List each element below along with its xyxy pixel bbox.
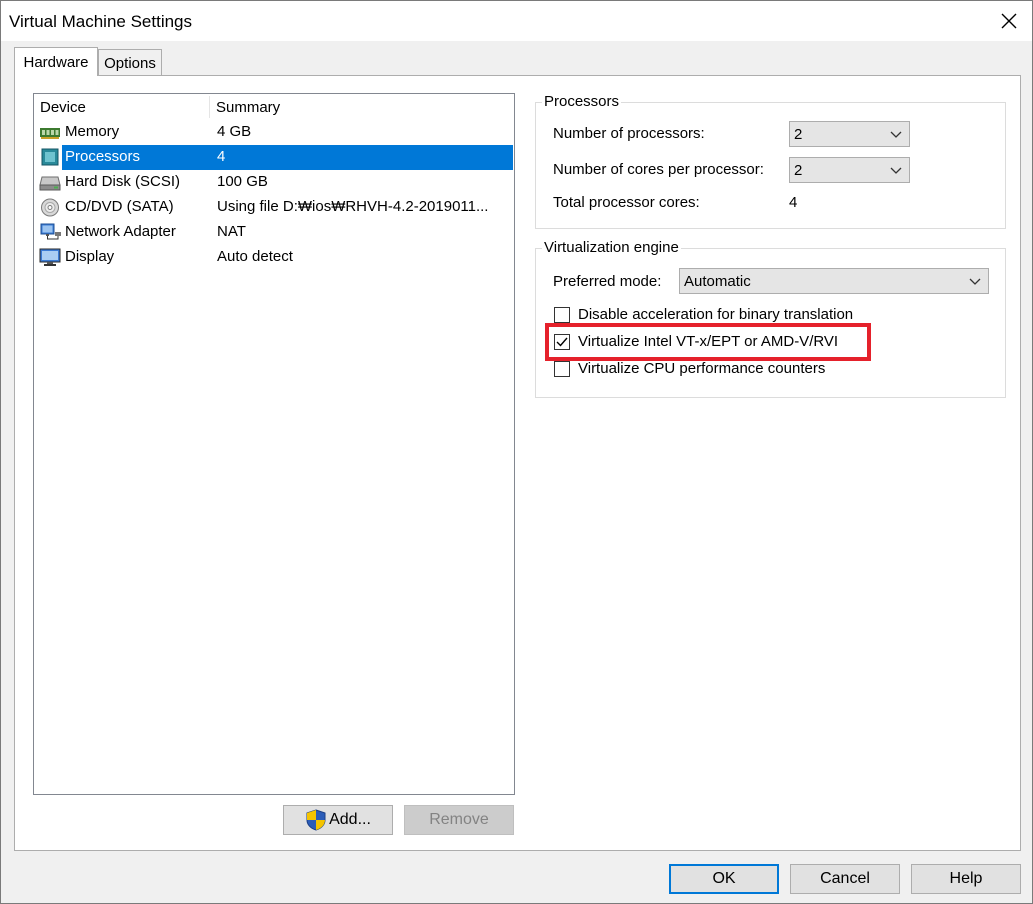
- processors-group: Processors Number of processors: 2 Numbe…: [535, 93, 1006, 229]
- hard-disk-icon: [39, 176, 61, 191]
- cores-per-processor-value: 2: [794, 162, 803, 179]
- title-bar: Virtual Machine Settings: [1, 1, 1032, 41]
- window-title: Virtual Machine Settings: [9, 12, 193, 31]
- device-summary: 100 GB: [217, 173, 268, 190]
- virtualization-engine-group-title: Virtualization engine: [542, 239, 681, 256]
- device-summary: 4: [217, 148, 226, 165]
- device-name: Memory: [65, 123, 120, 140]
- device-summary: NAT: [217, 223, 246, 240]
- add-device-button[interactable]: Add...: [283, 805, 393, 835]
- chevron-down-icon: [969, 278, 981, 285]
- uac-shield-icon: [306, 809, 326, 831]
- device-row-cd-dvd[interactable]: CD/DVD (SATA) Using file D:₩ios₩RHVH-4.2…: [37, 195, 513, 220]
- device-summary: Using file D:₩ios₩RHVH-4.2-2019011...: [217, 198, 489, 215]
- device-summary: 4 GB: [217, 123, 252, 140]
- device-name: Display: [65, 248, 115, 265]
- processors-group-title: Processors: [542, 93, 622, 110]
- add-device-button-label: Add...: [329, 811, 371, 828]
- device-list-header: Device Summary: [34, 94, 514, 120]
- cores-per-processor-label: Number of cores per processor:: [553, 161, 764, 178]
- disable-binary-translation-checkbox[interactable]: [554, 307, 570, 323]
- option-virtualize-cpu-counters[interactable]: Virtualize CPU performance counters: [554, 359, 974, 381]
- virtualize-cpu-counters-checkbox[interactable]: [554, 361, 570, 377]
- disable-binary-translation-label: Disable acceleration for binary translat…: [578, 306, 854, 323]
- num-processors-value: 2: [794, 126, 803, 143]
- device-name: Network Adapter: [65, 223, 176, 240]
- remove-device-button[interactable]: Remove: [404, 805, 514, 835]
- device-row-hard-disk[interactable]: Hard Disk (SCSI) 100 GB: [37, 170, 513, 195]
- device-row-network-adapter[interactable]: Network Adapter NAT: [37, 220, 513, 245]
- cores-per-processor-select[interactable]: 2: [789, 157, 910, 183]
- preferred-mode-label: Preferred mode:: [553, 273, 662, 290]
- tab-options[interactable]: Options: [98, 49, 162, 76]
- remove-device-button-label: Remove: [429, 811, 489, 828]
- ok-button-label: OK: [712, 870, 736, 887]
- total-cores-value: 4: [789, 194, 798, 211]
- dialog-window: Virtual Machine Settings Hardware Option…: [0, 0, 1033, 904]
- chevron-down-icon: [890, 167, 902, 174]
- hardware-tab-panel: Device Summary Memory 4 GB Processors 4 …: [14, 75, 1021, 851]
- device-name: CD/DVD (SATA): [65, 198, 174, 215]
- processor-icon: [41, 148, 59, 166]
- ok-button[interactable]: OK: [669, 864, 779, 894]
- preferred-mode-select[interactable]: Automatic: [679, 268, 989, 294]
- tab-hardware-label: Hardware: [23, 53, 89, 71]
- help-button-label: Help: [949, 870, 983, 887]
- preferred-mode-value: Automatic: [684, 273, 751, 290]
- tab-hardware[interactable]: Hardware: [14, 47, 98, 76]
- column-header-device[interactable]: Device: [40, 99, 86, 116]
- device-name: Processors: [65, 148, 141, 165]
- column-separator[interactable]: [209, 96, 210, 118]
- network-adapter-icon: [40, 223, 61, 240]
- chevron-down-icon: [890, 131, 902, 138]
- red-highlight-box: [545, 323, 871, 361]
- column-header-summary[interactable]: Summary: [216, 99, 280, 116]
- device-name: Hard Disk (SCSI): [65, 173, 181, 190]
- display-icon: [39, 248, 61, 266]
- help-button[interactable]: Help: [911, 864, 1021, 894]
- device-list[interactable]: Device Summary Memory 4 GB Processors 4 …: [33, 93, 515, 795]
- tab-options-label: Options: [104, 54, 156, 72]
- close-button[interactable]: [986, 1, 1032, 41]
- device-row-memory[interactable]: Memory 4 GB: [37, 120, 513, 145]
- device-row-processors[interactable]: Processors 4: [37, 145, 513, 170]
- cd-dvd-icon: [41, 198, 59, 217]
- memory-icon: [40, 128, 60, 139]
- device-row-display[interactable]: Display Auto detect: [37, 245, 513, 270]
- cancel-button[interactable]: Cancel: [790, 864, 900, 894]
- cancel-button-label: Cancel: [820, 870, 870, 887]
- close-icon: [1001, 13, 1017, 29]
- num-processors-label: Number of processors:: [553, 125, 705, 142]
- virtualize-cpu-counters-label: Virtualize CPU performance counters: [578, 360, 826, 377]
- virtualization-engine-group: Virtualization engine Preferred mode: Au…: [535, 239, 1006, 398]
- num-processors-select[interactable]: 2: [789, 121, 910, 147]
- total-cores-label: Total processor cores:: [553, 194, 700, 211]
- device-summary: Auto detect: [217, 248, 293, 265]
